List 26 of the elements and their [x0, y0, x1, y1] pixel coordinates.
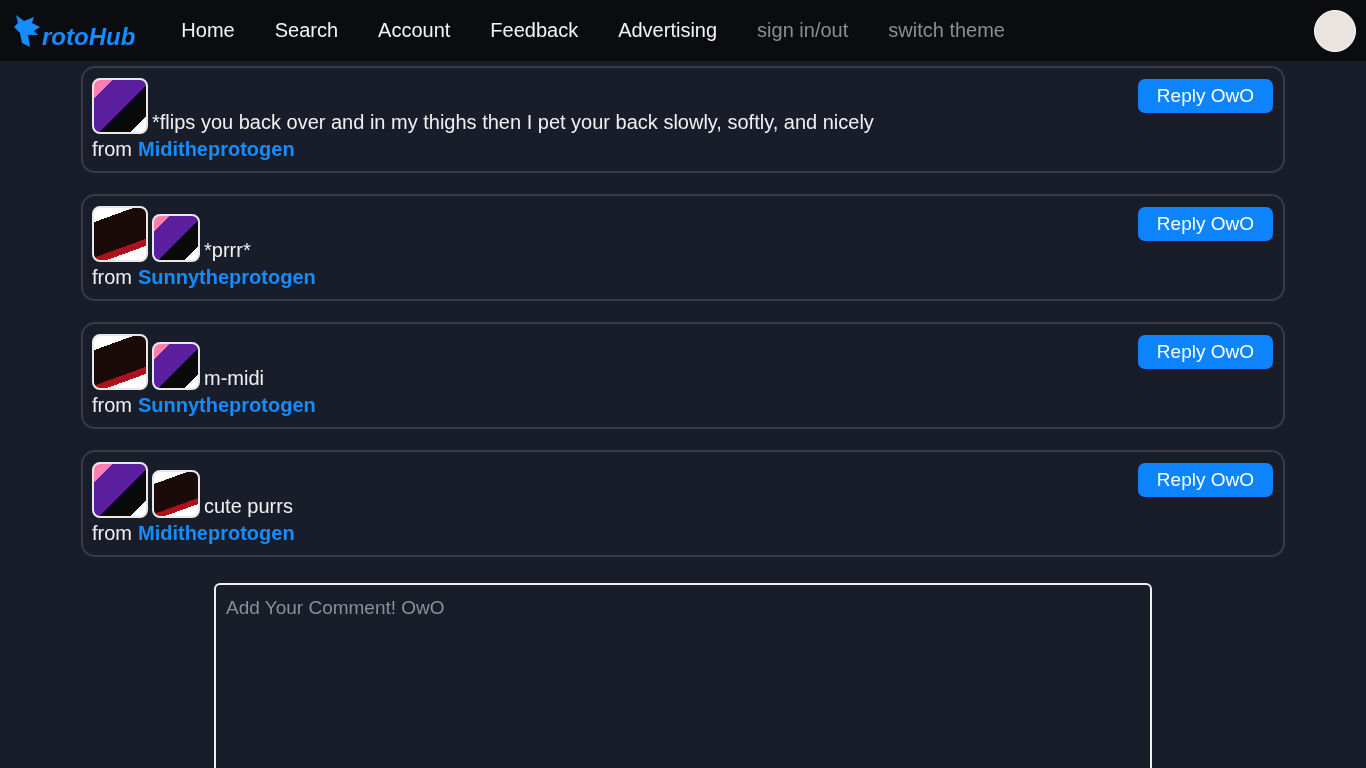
- reply-button[interactable]: Reply OwO: [1137, 79, 1273, 113]
- nav-link[interactable]: switch theme: [868, 19, 1025, 42]
- nav-link[interactable]: sign in/out: [737, 19, 869, 42]
- author-link[interactable]: Miditheprotogen: [138, 522, 295, 545]
- from-label: from: [92, 138, 132, 161]
- nav-link[interactable]: Feedback: [470, 19, 599, 42]
- comment-text: cute purrs: [204, 495, 293, 518]
- reply-button[interactable]: Reply OwO: [1137, 207, 1273, 241]
- author-link[interactable]: Miditheprotogen: [138, 138, 295, 161]
- nav-link[interactable]: Home: [161, 19, 255, 42]
- comment-text: *prrr*: [204, 239, 251, 262]
- comment-input[interactable]: Add Your Comment! OwO: [214, 583, 1152, 768]
- nav-link[interactable]: Search: [254, 19, 359, 42]
- nav-link[interactable]: Account: [358, 19, 471, 42]
- from-label: from: [92, 394, 132, 417]
- reply-button[interactable]: Reply OwO: [1137, 335, 1273, 369]
- comment-text: *flips you back over and in my thighs then I pet your back slowly, softly, and nicely: [152, 111, 874, 134]
- from-label: from: [92, 266, 132, 289]
- comment-text: m-midi: [204, 367, 264, 390]
- author-link[interactable]: Sunnytheprotogen: [138, 394, 316, 417]
- nav-link[interactable]: Advertising: [598, 19, 738, 42]
- from-label: from: [92, 522, 132, 545]
- logo-text[interactable]: rotoHub: [42, 24, 136, 49]
- user-avatar[interactable]: [1314, 9, 1356, 52]
- reply-button[interactable]: Reply OwO: [1137, 463, 1273, 497]
- author-link[interactable]: Sunnytheprotogen: [138, 266, 316, 289]
